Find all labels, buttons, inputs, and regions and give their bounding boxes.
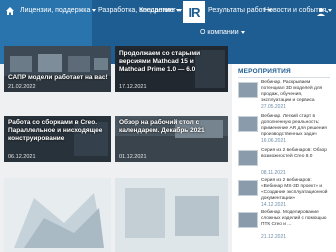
card-image — [115, 178, 228, 252]
event-title: Вебинар. Раскрываем потенциал 3D моделей… — [261, 80, 323, 103]
event-thumbnail — [238, 82, 258, 98]
event-date: 27.05.2021 — [261, 104, 287, 110]
event-item[interactable]: Серия из 2 вебинаров: «Вебинар MS-3D про… — [236, 178, 334, 210]
event-title: Вебинар. Моделирование сложных изделий с… — [261, 210, 327, 227]
nav-item-about[interactable]: О компании — [200, 25, 245, 39]
user-icon[interactable] — [316, 4, 329, 22]
event-thumbnail — [238, 180, 258, 196]
sidebar-heading: МЕРОПРИЯТИЯ — [238, 68, 291, 75]
card-title: САПР модели работает на вас! — [8, 74, 108, 81]
nav-item-consulting[interactable]: Консалтинг — [139, 3, 182, 17]
card-title: Работа со сборками в Creo. Параллельное … — [8, 119, 103, 142]
chevron-down-icon — [328, 8, 333, 12]
chevron-down-icon — [177, 8, 182, 12]
event-title: Серия из 2 вебинаров: «Вебинар MS-3D про… — [261, 178, 328, 201]
card-image — [4, 178, 111, 252]
home-icon[interactable] — [4, 5, 16, 17]
chevron-down-icon — [92, 8, 97, 12]
event-thumbnail — [238, 116, 258, 132]
event-date: 21.12.2021 — [261, 234, 287, 240]
event-item[interactable]: Вебинар. Легкий старт в дополненную реал… — [236, 114, 334, 146]
event-item[interactable]: Вебинар. Моделирование сложных изделий с… — [236, 210, 334, 242]
card-date: 21.02.2022 — [8, 84, 36, 90]
news-card[interactable] — [115, 178, 228, 252]
news-card[interactable]: САПР модели работает на вас! 21.02.2022 — [4, 46, 111, 92]
event-item[interactable]: Серия из 2 вебинаров: Обзор возможностей… — [236, 148, 334, 180]
chevron-down-icon — [240, 30, 245, 34]
card-date: 06.12.2021 — [8, 154, 36, 160]
card-title: Продолжаем со старыми версиями Mathcad 1… — [119, 50, 201, 73]
event-date: 08.11.2021 — [261, 170, 286, 176]
event-date: 14.12.2021 — [261, 202, 287, 208]
news-card[interactable] — [4, 178, 111, 252]
nav-item-results[interactable]: Результаты работ — [208, 3, 272, 17]
company-logo[interactable]: IR — [183, 1, 205, 23]
card-title: Обзор на рабочий стол с календарем. Дека… — [119, 119, 205, 134]
event-thumbnail — [238, 212, 258, 228]
events-sidebar: МЕРОПРИЯТИЯ Вебинар. Раскрываем потенциа… — [232, 64, 336, 252]
card-date: 01.12.2021 — [119, 154, 147, 160]
event-item[interactable]: Вебинар. Раскрываем потенциал 3D моделей… — [236, 80, 334, 112]
news-card[interactable]: Обзор на рабочий стол с календарем. Дека… — [115, 116, 228, 162]
event-date: 16.06.2021 — [261, 138, 287, 144]
event-title: Серия из 2 вебинаров: Обзор возможностей… — [261, 148, 327, 159]
event-thumbnail — [238, 150, 258, 166]
event-title: Вебинар. Легкий старт в дополненную реал… — [261, 114, 327, 137]
news-card[interactable]: Продолжаем со старыми версиями Mathcad 1… — [115, 46, 228, 92]
card-date: 17.12.2021 — [119, 84, 147, 90]
nav-item-licenses[interactable]: Лицензии, поддержка — [20, 3, 97, 17]
news-card[interactable]: Работа со сборками в Creo. Параллельное … — [4, 116, 111, 162]
divider — [238, 77, 330, 78]
